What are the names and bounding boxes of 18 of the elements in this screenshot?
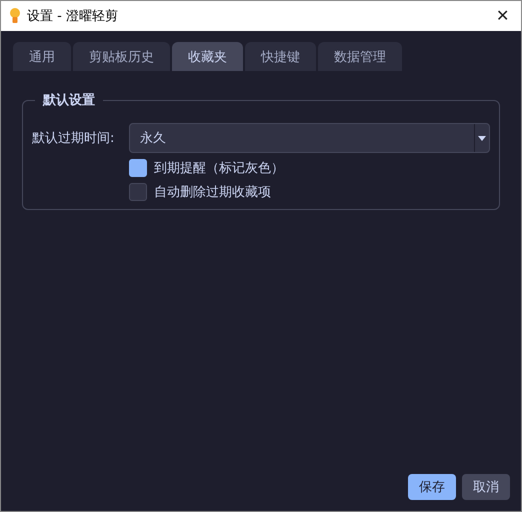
group-title: 默认设置: [42, 92, 96, 109]
cancel-button[interactable]: 取消: [462, 474, 510, 500]
lightbulb-icon: [9, 7, 21, 25]
tab[interactable]: 快捷键: [245, 42, 316, 71]
checkbox-label: 自动删除过期收藏项: [154, 184, 271, 201]
caret-icon: [478, 136, 486, 140]
expiry-dropdown[interactable]: 永久: [129, 123, 490, 153]
tab[interactable]: 通用: [13, 42, 71, 71]
tab[interactable]: 剪贴板历史: [73, 42, 170, 71]
close-button[interactable]: ✕: [492, 6, 513, 26]
save-button[interactable]: 保存: [408, 474, 456, 500]
window-title: 设置 - 澄曜轻剪: [27, 8, 119, 25]
tab[interactable]: 数据管理: [318, 42, 402, 71]
tab[interactable]: 收藏夹: [172, 42, 243, 71]
checkbox[interactable]: [129, 183, 147, 201]
field-label: 默认过期时间:: [32, 130, 116, 147]
checkbox-label: 到期提醒（标记灰色）: [154, 160, 284, 177]
checkbox[interactable]: [129, 159, 147, 177]
